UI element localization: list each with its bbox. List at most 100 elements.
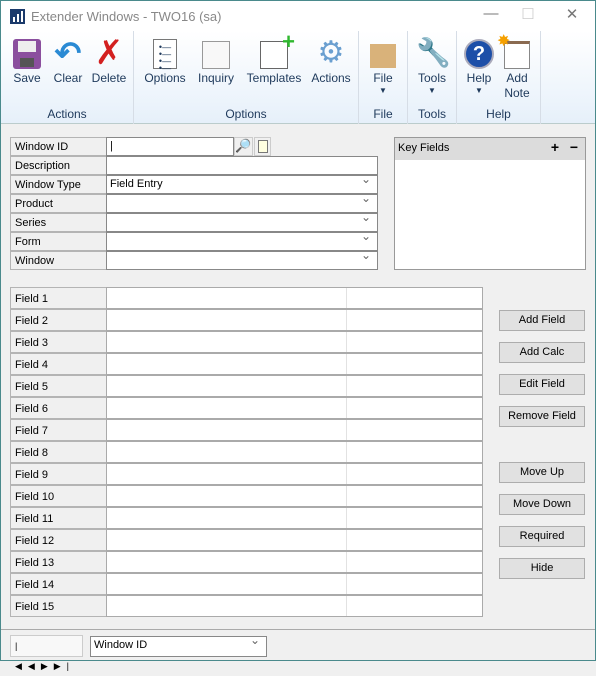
first-record-button[interactable]: |◀ <box>15 641 28 671</box>
window-type-select[interactable]: Field Entry <box>106 172 378 194</box>
app-logo-icon <box>10 9 25 24</box>
window-id-label: Window ID <box>10 137 107 156</box>
field-label: Field 6 <box>10 397 107 419</box>
field-label: Field 8 <box>10 441 107 463</box>
actions-button[interactable]: ⚙ Actions <box>308 35 354 86</box>
inquiry-icon <box>202 41 230 69</box>
field-label: Field 7 <box>10 419 107 441</box>
title-bar: Extender Windows - TWO16 (sa) — ☐ ✕ <box>1 1 595 31</box>
form-select[interactable] <box>106 229 378 251</box>
window-label: Window <box>10 251 107 270</box>
close-button[interactable]: ✕ <box>557 5 587 25</box>
add-key-field-button[interactable]: + <box>551 139 559 155</box>
field-input[interactable] <box>106 529 483 551</box>
chevron-down-icon: ▼ <box>475 86 483 95</box>
templates-icon: + <box>260 31 295 69</box>
clear-button[interactable]: ↶ Clear <box>49 35 87 86</box>
series-label: Series <box>10 213 107 232</box>
edit-field-button[interactable]: Edit Field <box>499 374 585 395</box>
field-label: Field 9 <box>10 463 107 485</box>
options-button[interactable]: •— •— •— •— Options <box>140 35 190 86</box>
key-fields-panel: Key Fields + − <box>394 137 586 270</box>
help-icon: ? <box>464 39 494 69</box>
sort-by-select[interactable]: Window ID <box>90 633 267 657</box>
chevron-down-icon: ▼ <box>428 86 436 95</box>
help-button[interactable]: ? Help ▼ <box>461 35 497 96</box>
save-icon <box>13 39 41 69</box>
move-down-button[interactable]: Move Down <box>499 494 585 515</box>
form-label: Form <box>10 232 107 251</box>
field-label: Field 14 <box>10 573 107 595</box>
field-input[interactable] <box>106 507 483 529</box>
window-select[interactable] <box>106 248 378 270</box>
chevron-down-icon: ▼ <box>379 86 387 95</box>
save-button[interactable]: Save <box>9 35 45 86</box>
field-label: Field 12 <box>10 529 107 551</box>
options-icon: •— •— •— •— <box>153 39 177 73</box>
field-input[interactable] <box>106 375 483 397</box>
required-button[interactable]: Required <box>499 526 585 547</box>
field-input[interactable] <box>106 287 483 309</box>
description-label: Description <box>10 156 107 175</box>
move-up-button[interactable]: Move Up <box>499 462 585 483</box>
hide-button[interactable]: Hide <box>499 558 585 579</box>
magnifier-icon: 🔎 <box>235 138 252 153</box>
ribbon-group-options: •— •— •— •— Options Inquiry + Templates ⚙ Acti… <box>134 31 359 124</box>
delete-button[interactable]: ✗ Delete <box>89 35 129 86</box>
lookup-button[interactable]: 🔎 <box>234 137 253 156</box>
inquiry-button[interactable]: Inquiry <box>194 35 238 86</box>
ribbon-group-actions: Save ↶ Clear ✗ Delete Actions <box>1 31 134 124</box>
ribbon-group-tools: 🔧 Tools ▼ Tools <box>408 31 457 124</box>
field-input[interactable] <box>106 353 483 375</box>
field-input[interactable] <box>106 397 483 419</box>
field-input[interactable] <box>106 309 483 331</box>
maximize-button[interactable]: ☐ <box>513 5 543 25</box>
field-label: Field 1 <box>10 287 107 309</box>
tools-button[interactable]: 🔧 Tools ▼ <box>412 35 452 96</box>
remove-key-field-button[interactable]: − <box>570 139 578 155</box>
document-icon <box>258 140 268 153</box>
field-input[interactable] <box>106 485 483 507</box>
add-calc-button[interactable]: Add Calc <box>499 342 585 363</box>
field-label: Field 3 <box>10 331 107 353</box>
field-input[interactable] <box>106 331 483 353</box>
window-type-label: Window Type <box>10 175 107 194</box>
file-button[interactable]: File ▼ <box>363 35 403 96</box>
ribbon-group-help: ? Help ▼ ✸ Add Note Help <box>457 31 541 124</box>
gears-icon: ⚙ <box>317 36 345 69</box>
field-label: Field 15 <box>10 595 107 617</box>
field-label: Field 2 <box>10 309 107 331</box>
field-input[interactable] <box>106 463 483 485</box>
window-id-input[interactable]: | <box>106 137 234 156</box>
key-fields-title: Key Fields <box>398 142 450 154</box>
field-label: Field 13 <box>10 551 107 573</box>
templates-button[interactable]: + Templates <box>242 31 306 86</box>
tools-icon: 🔧 <box>416 37 451 68</box>
field-label: Field 11 <box>10 507 107 529</box>
field-label: Field 4 <box>10 353 107 375</box>
field-label: Field 5 <box>10 375 107 397</box>
remove-field-button[interactable]: Remove Field <box>499 406 585 427</box>
note-icon: ✸ <box>497 34 530 69</box>
minimize-button[interactable]: — <box>476 5 506 25</box>
key-fields-header: Key Fields + − <box>395 138 585 160</box>
field-input[interactable] <box>106 595 483 617</box>
field-input[interactable] <box>106 419 483 441</box>
delete-icon: ✗ <box>94 34 124 72</box>
add-field-button[interactable]: Add Field <box>499 310 585 331</box>
field-input[interactable] <box>106 441 483 463</box>
next-record-button[interactable]: ▶ <box>41 661 54 671</box>
record-navigation: |◀◀▶▶| <box>10 635 83 671</box>
new-document-button[interactable] <box>254 137 271 156</box>
last-record-button[interactable]: ▶| <box>54 661 75 671</box>
product-select[interactable] <box>106 191 378 213</box>
add-note-button[interactable]: ✸ Add Note <box>497 34 535 101</box>
description-input[interactable] <box>106 156 378 175</box>
field-input[interactable] <box>106 573 483 595</box>
ribbon: Save ↶ Clear ✗ Delete Actions •— •— •— •— Opti… <box>1 31 595 124</box>
field-input[interactable] <box>106 551 483 573</box>
series-select[interactable] <box>106 210 378 232</box>
window-title: Extender Windows - TWO16 (sa) <box>31 9 222 24</box>
ribbon-group-file: File ▼ File <box>359 31 408 124</box>
previous-record-button[interactable]: ◀ <box>28 661 41 671</box>
